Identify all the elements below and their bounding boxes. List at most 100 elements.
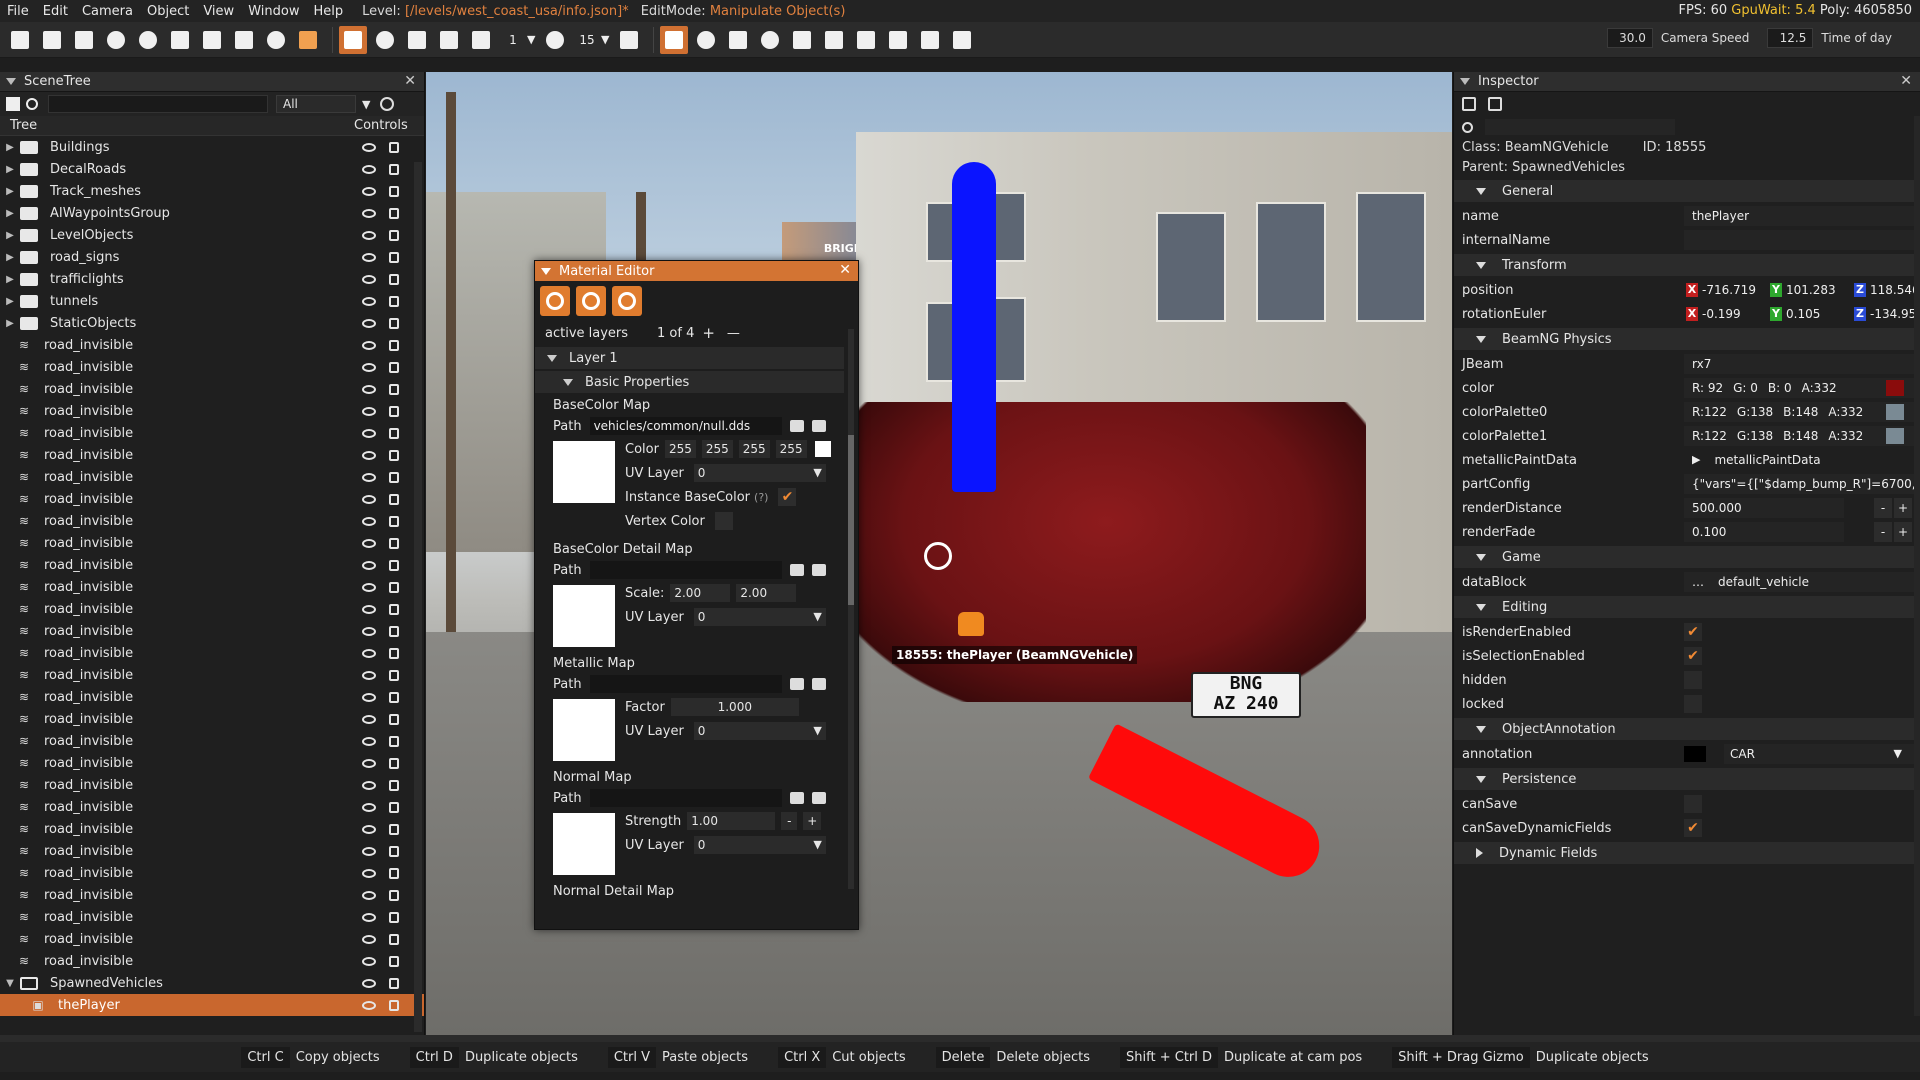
lock-icon[interactable] bbox=[389, 691, 399, 703]
chevron-right-icon[interactable]: ▶ bbox=[0, 142, 20, 153]
tree-item-road[interactable]: ≋ road_invisible bbox=[0, 532, 424, 554]
grid-snap-value[interactable]: 1 bbox=[499, 29, 527, 51]
eye-icon[interactable] bbox=[362, 780, 376, 790]
annotation-select[interactable]: CAR ▼ bbox=[1684, 744, 1914, 764]
position-z[interactable]: Z 118.546 bbox=[1854, 280, 1914, 300]
tree-item-road[interactable]: ≋ road_invisible bbox=[0, 664, 424, 686]
position-y[interactable]: Y 101.283 bbox=[1770, 280, 1848, 300]
decal-tool[interactable] bbox=[756, 26, 784, 54]
locked-checkbox[interactable] bbox=[1684, 695, 1702, 713]
eye-icon[interactable] bbox=[362, 406, 376, 416]
tree-item-folder[interactable]: ▶ StaticObjects bbox=[0, 312, 424, 334]
color-a-input[interactable]: 255 bbox=[775, 440, 807, 458]
eye-icon[interactable] bbox=[362, 846, 376, 856]
strength-input[interactable]: 1.00 bbox=[687, 812, 776, 830]
menu-view[interactable]: View bbox=[196, 4, 241, 19]
tree-item-folder[interactable]: ▶ tunnels bbox=[0, 290, 424, 312]
tree-item-road[interactable]: ≋ road_invisible bbox=[0, 950, 424, 972]
gizmo-z-axis-handle[interactable] bbox=[952, 162, 996, 492]
eye-icon[interactable] bbox=[362, 1000, 376, 1010]
lock-icon[interactable] bbox=[389, 251, 399, 263]
render-enabled-checkbox[interactable]: ✔ bbox=[1684, 623, 1702, 641]
palette1-swatch[interactable] bbox=[1886, 428, 1904, 444]
tree-item-folder[interactable]: ▼ SpawnedVehicles bbox=[0, 972, 424, 994]
remove-layer-button[interactable]: — bbox=[727, 326, 740, 341]
grid-snap-button[interactable] bbox=[467, 26, 495, 54]
lock-icon[interactable] bbox=[389, 911, 399, 923]
trash-icon[interactable] bbox=[811, 420, 826, 432]
color-r-input[interactable]: 255 bbox=[664, 440, 696, 458]
color-b-input[interactable]: 255 bbox=[738, 440, 770, 458]
lock-icon[interactable] bbox=[1462, 97, 1476, 111]
jbeam-input[interactable]: rx7 bbox=[1684, 354, 1914, 374]
inspector-scrollbar[interactable] bbox=[1914, 116, 1920, 1016]
section-game[interactable]: Game bbox=[1454, 546, 1914, 568]
tree-item-road[interactable]: ≋ road_invisible bbox=[0, 686, 424, 708]
menu-file[interactable]: File bbox=[0, 4, 36, 19]
render-fade-input[interactable]: 0.100 bbox=[1684, 522, 1844, 542]
lock-icon[interactable] bbox=[389, 603, 399, 615]
eye-icon[interactable] bbox=[362, 802, 376, 812]
section-persistence[interactable]: Persistence bbox=[1454, 768, 1914, 790]
ai-path-tool[interactable] bbox=[916, 26, 944, 54]
lock-icon[interactable] bbox=[389, 757, 399, 769]
tree-item-road[interactable]: ≋ road_invisible bbox=[0, 818, 424, 840]
render-distance-increment[interactable]: + bbox=[1894, 498, 1912, 518]
lock-icon[interactable] bbox=[389, 713, 399, 725]
uv-layer-select[interactable]: 0 ▼ bbox=[693, 464, 826, 482]
lock-icon[interactable] bbox=[389, 867, 399, 879]
eye-icon[interactable] bbox=[362, 670, 376, 680]
gizmo-camera-icon[interactable] bbox=[924, 542, 952, 570]
eye-icon[interactable] bbox=[362, 142, 376, 152]
close-icon[interactable]: ✕ bbox=[839, 262, 851, 278]
eye-icon[interactable] bbox=[362, 186, 376, 196]
tree-item-road[interactable]: ≋ road_invisible bbox=[0, 708, 424, 730]
color-swatch[interactable] bbox=[1886, 380, 1904, 396]
basic-properties-section[interactable]: Basic Properties bbox=[535, 371, 844, 393]
grid-snap-dropdown[interactable]: ▼ bbox=[527, 33, 541, 46]
close-icon[interactable]: ✕ bbox=[404, 73, 416, 89]
render-fade-decrement[interactable]: - bbox=[1874, 522, 1892, 542]
eye-icon[interactable] bbox=[362, 956, 376, 966]
trash-icon[interactable] bbox=[811, 564, 826, 576]
rotate-gizmo-button[interactable] bbox=[371, 26, 399, 54]
lock-icon[interactable] bbox=[389, 537, 399, 549]
lock-icon[interactable] bbox=[389, 383, 399, 395]
scale-gizmo-button[interactable] bbox=[403, 26, 431, 54]
eye-icon[interactable] bbox=[362, 538, 376, 548]
eye-icon[interactable] bbox=[362, 714, 376, 724]
section-transform[interactable]: Transform bbox=[1454, 254, 1914, 276]
material-editor-header[interactable]: Material Editor ✕ bbox=[535, 261, 858, 281]
lock-icon[interactable] bbox=[389, 295, 399, 307]
lock-icon[interactable] bbox=[389, 471, 399, 483]
lock-icon[interactable] bbox=[389, 933, 399, 945]
palette0-fields[interactable]: R:122 G:138 B:148 A:332 bbox=[1684, 402, 1914, 422]
tree-item-road[interactable]: ≋ road_invisible bbox=[0, 422, 424, 444]
chevron-right-icon[interactable]: ▶ bbox=[0, 296, 20, 307]
eye-icon[interactable] bbox=[362, 428, 376, 438]
tree-item-folder[interactable]: ▶ LevelObjects bbox=[0, 224, 424, 246]
lock-icon[interactable] bbox=[389, 405, 399, 417]
chevron-right-icon[interactable]: ▶ bbox=[0, 208, 20, 219]
tree-item-road[interactable]: ≋ road_invisible bbox=[0, 796, 424, 818]
eye-icon[interactable] bbox=[362, 362, 376, 372]
tree-item-road[interactable]: ≋ road_invisible bbox=[0, 378, 424, 400]
material-editor-scrollbar[interactable] bbox=[848, 329, 854, 889]
tree-item-road[interactable]: ≋ road_invisible bbox=[0, 906, 424, 928]
section-physics[interactable]: BeamNG Physics bbox=[1454, 328, 1914, 350]
lock-icon[interactable] bbox=[389, 163, 399, 175]
close-icon[interactable]: ✕ bbox=[1900, 73, 1912, 89]
lock-icon[interactable] bbox=[389, 955, 399, 967]
metallic-preview[interactable] bbox=[553, 699, 615, 761]
menu-edit[interactable]: Edit bbox=[36, 4, 75, 19]
hidden-checkbox[interactable] bbox=[1684, 671, 1702, 689]
eye-icon[interactable] bbox=[362, 736, 376, 746]
trash-icon[interactable] bbox=[811, 792, 826, 804]
menu-object[interactable]: Object bbox=[140, 4, 196, 19]
folder-icon[interactable] bbox=[789, 678, 804, 690]
lock-icon[interactable] bbox=[389, 801, 399, 813]
tree-item-road[interactable]: ≋ road_invisible bbox=[0, 862, 424, 884]
section-general[interactable]: General bbox=[1454, 180, 1914, 202]
cansave-checkbox[interactable] bbox=[1684, 795, 1702, 813]
collapse-icon[interactable] bbox=[1460, 78, 1470, 85]
